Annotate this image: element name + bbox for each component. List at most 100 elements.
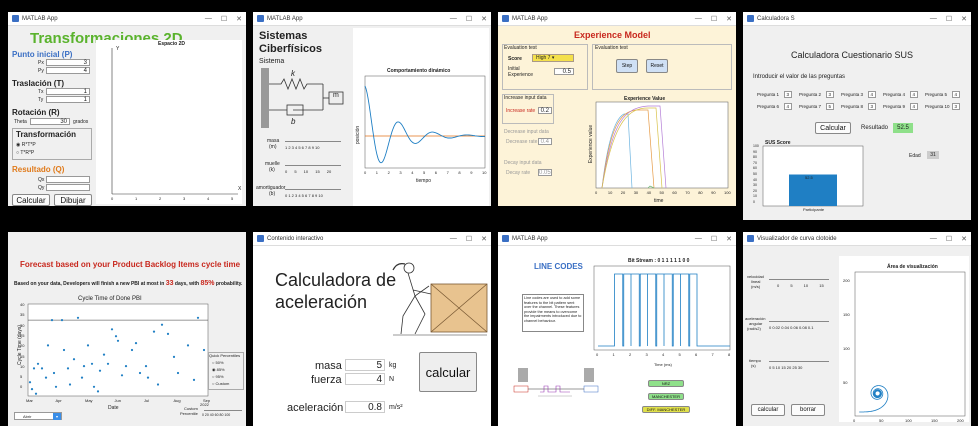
data-point — [114, 335, 118, 338]
minimize-icon[interactable]: — — [695, 235, 702, 243]
maximize-icon[interactable]: ☐ — [221, 15, 227, 23]
data-point — [82, 365, 86, 368]
data-point — [186, 344, 190, 347]
response-curve — [364, 85, 485, 164]
y-tick-label: 70 — [753, 160, 757, 165]
x-tick-label: Aug — [173, 398, 181, 403]
y-tick-label: 20 — [753, 188, 757, 193]
maximize-icon[interactable]: ☐ — [946, 235, 952, 243]
close-icon[interactable]: ✕ — [726, 235, 732, 243]
x-tick-label: 10 — [482, 170, 487, 175]
fuerza-unit: N — [389, 376, 395, 383]
maximize-icon[interactable]: ☐ — [466, 15, 472, 23]
close-icon[interactable]: ✕ — [236, 15, 242, 23]
manchester-button[interactable]: MANCHESTER — [648, 393, 684, 400]
masa-input[interactable]: 5 — [345, 359, 385, 371]
titlebar: MATLAB App — ☐ ✕ — [498, 12, 736, 26]
calcular-button[interactable]: calcular — [419, 352, 477, 392]
window-title: MATLAB App — [512, 235, 548, 242]
percentile-radio[interactable]: ◉ 85% — [212, 367, 225, 372]
data-point — [166, 332, 170, 335]
x-tick-label: Jul — [144, 398, 150, 403]
data-point — [134, 342, 138, 345]
y-tick-label: 100 — [843, 346, 850, 351]
percentile-radio[interactable]: ○ 50% — [212, 360, 224, 365]
close-icon[interactable]: ✕ — [481, 15, 487, 23]
fuerza-input[interactable]: 4 — [345, 373, 385, 385]
data-point — [146, 376, 150, 379]
close-icon[interactable]: ✕ — [726, 15, 732, 23]
percentile-slider[interactable] — [204, 410, 242, 411]
y-tick-label: 90 — [753, 149, 757, 154]
x-tick-label: 10 — [607, 190, 613, 195]
minimize-icon[interactable]: — — [930, 235, 937, 243]
data-point — [44, 376, 48, 379]
maximize-icon[interactable]: ☐ — [946, 15, 952, 23]
panel-experience: MATLAB App — ☐ ✕ Experience Model Evaluatio… — [498, 12, 736, 206]
close-icon[interactable]: ✕ — [961, 235, 967, 243]
data-point — [196, 316, 200, 319]
y-tick-label: 40 — [20, 302, 25, 307]
titlebar: Contenido interactivo — ☐ ✕ — [253, 232, 491, 246]
x-tick-label: 70 — [685, 190, 690, 195]
panel-forecast: Forecast based on your Product Backlog I… — [8, 232, 246, 426]
app-icon — [12, 15, 19, 22]
close-icon[interactable]: ✕ — [961, 15, 967, 23]
x-tick-label: 100 — [724, 190, 731, 195]
minimize-icon[interactable]: — — [450, 235, 457, 243]
aceleracion-output: 0.8 — [345, 401, 385, 413]
percentile-radio[interactable]: ○ Custom — [212, 381, 229, 386]
x-tick-label: 3 — [399, 170, 402, 175]
data-point — [172, 355, 176, 358]
minimize-icon[interactable]: — — [930, 15, 937, 23]
x-tick-label: 200 — [957, 418, 964, 423]
y-tick-label: 30 — [20, 322, 25, 328]
y-tick-label: 10 — [753, 194, 757, 199]
x-tick-label: 4 — [411, 170, 414, 175]
data-point — [202, 348, 206, 352]
x-tick-label: 50 — [659, 190, 664, 195]
x-tick-label: Jun — [114, 398, 121, 403]
app-icon — [502, 235, 509, 242]
experience-chart — [595, 101, 729, 189]
cycle-time-chart — [27, 303, 209, 397]
percentile-ticks: 0 20 40 60 80 100 — [202, 413, 231, 417]
view-value: Abrir — [23, 414, 32, 419]
data-point — [106, 362, 110, 365]
quick-percentiles-label: Quick Percentiles — [209, 353, 241, 358]
nrz-button[interactable]: NRZ — [648, 380, 684, 387]
titlebar: MATLAB App — ☐ ✕ — [8, 12, 246, 26]
x-tick-label: 1 — [135, 196, 138, 201]
close-icon[interactable]: ✕ — [481, 235, 487, 243]
diff-manchester-button[interactable]: DIFF. MANCHESTER — [642, 406, 690, 413]
y-tick-label: 35 — [20, 312, 25, 318]
app-icon — [257, 235, 264, 242]
minimize-icon[interactable]: — — [450, 15, 457, 23]
y-tick-label: 50 — [843, 380, 848, 385]
percentile-label: Percentile — [180, 411, 198, 416]
view-dropdown[interactable]: Abrir ▾ — [14, 412, 62, 420]
window-title: MATLAB App — [22, 15, 58, 22]
minimize-icon[interactable]: — — [205, 15, 212, 23]
x-tick-label: Sep — [203, 398, 211, 403]
app-icon — [747, 235, 754, 242]
data-point — [72, 358, 76, 361]
data-point — [90, 362, 94, 365]
maximize-icon[interactable]: ☐ — [711, 15, 717, 23]
aceleracion-label: aceleración — [287, 402, 344, 414]
panel-sistemas: MATLAB App — ☐ ✕ Sistemas Ciberfísicos Sist… — [253, 12, 491, 206]
sus-bar — [789, 174, 837, 206]
minimize-icon[interactable]: — — [695, 15, 702, 23]
app-icon — [747, 15, 754, 22]
maximize-icon[interactable]: ☐ — [711, 235, 717, 243]
panel-clotoide: Visualizador de curva clotoide — ☐ ✕ veloci… — [743, 232, 971, 426]
data-point — [66, 367, 70, 370]
x-tick-label: 9 — [470, 170, 473, 175]
data-point — [68, 383, 72, 386]
maximize-icon[interactable]: ☐ — [466, 235, 472, 243]
percentile-radio[interactable]: ○ 95% — [212, 374, 224, 379]
data-point — [80, 376, 84, 379]
aceleracion-unit: m/s² — [389, 404, 403, 411]
app-icon — [502, 15, 509, 22]
x-tick-label: May — [85, 398, 93, 403]
